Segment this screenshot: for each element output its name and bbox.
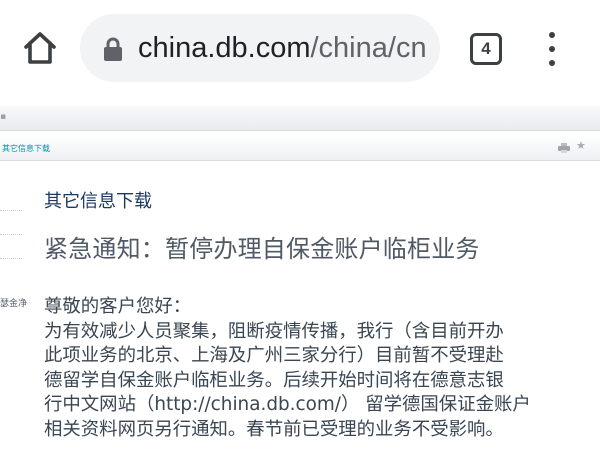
sidebar-divider xyxy=(0,258,22,259)
site-header: ▪ 其它信息下载 ★ xyxy=(0,98,600,166)
lock-icon xyxy=(104,37,122,61)
phone-screen: china.db.com/china/cn 4 ▪ 其它信息下载 ★ 瑟金净 其… xyxy=(0,0,600,472)
browser-toolbar: china.db.com/china/cn 4 xyxy=(0,0,600,98)
site-top-bar: ▪ xyxy=(0,106,600,131)
overflow-menu-icon[interactable] xyxy=(538,30,566,68)
site-breadcrumb-bar: 其它信息下载 ★ xyxy=(0,134,600,161)
notice-line: 相关资料网页另行通知。春节前已受理的业务不受影响。 xyxy=(44,418,504,440)
url-host: china.db.com xyxy=(138,32,311,64)
notice-greeting: 尊敬的客户您好： xyxy=(44,296,192,317)
sidebar-partial-text[interactable]: 瑟金净 xyxy=(0,296,27,309)
notice-line: 此项业务的北京、上海及广州三家分行）目前暂不受理赴 xyxy=(44,345,504,367)
tab-count: 4 xyxy=(481,39,491,58)
url-text[interactable]: china.db.com/china/cn xyxy=(138,29,433,67)
notice-body: 尊敬的客户您好： 为有效减少人员聚集，阻断疫情传播，我行（含目前开办 此项业务的… xyxy=(44,295,596,443)
sidebar-divider xyxy=(0,210,22,211)
sidebar-divider xyxy=(0,234,22,235)
home-button[interactable] xyxy=(18,26,62,70)
site-breadcrumb[interactable]: 其它信息下载 xyxy=(2,143,50,154)
home-icon xyxy=(24,32,56,64)
url-path: /china/cn xyxy=(310,32,427,64)
menu-dot xyxy=(549,60,555,66)
notice-line: 为有效减少人员聚集，阻断疫情传播，我行（含目前开办 xyxy=(44,320,504,342)
notice-title: 紧急通知：暂停办理自保金账户临柜业务 xyxy=(44,235,480,263)
section-title: 其它信息下载 xyxy=(44,191,152,212)
menu-dot xyxy=(549,46,555,52)
notice-line: 德留学自保金账户临柜业务。后续开始时间将在德意志银 xyxy=(44,369,504,391)
sidebar-stub: 瑟金净 xyxy=(0,166,28,472)
address-bar[interactable]: china.db.com/china/cn xyxy=(80,14,440,82)
star-icon[interactable]: ★ xyxy=(576,139,586,152)
notice-line: 行中文网站（http://china.db.com/） 留学德国保证金账户 xyxy=(44,394,531,416)
print-icon[interactable] xyxy=(558,143,570,153)
menu-dot xyxy=(549,32,555,38)
tab-switcher-button[interactable]: 4 xyxy=(470,33,502,65)
site-top-edge: ▪ xyxy=(0,112,7,122)
